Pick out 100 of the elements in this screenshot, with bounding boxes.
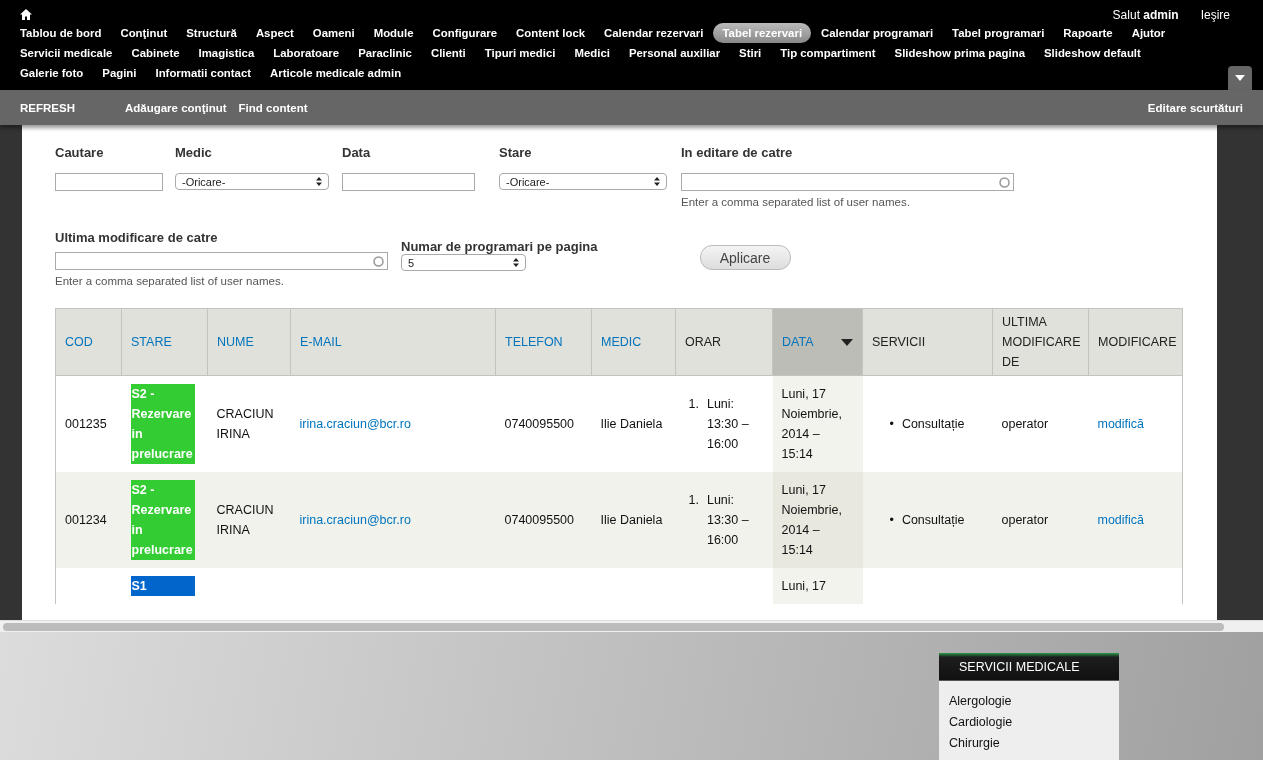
menu-item[interactable]: Medici <box>574 43 610 63</box>
column-header[interactable]: TELEFON <box>495 308 592 376</box>
service-text: Consultație <box>901 512 965 529</box>
status-badge: S2 - Rezervare in prelucrare <box>130 384 195 464</box>
menu-item[interactable]: Clienti <box>430 43 466 63</box>
medic-select[interactable]: -Oricare- <box>175 173 329 190</box>
menu-item[interactable]: Tipuri medici <box>484 43 556 63</box>
search-field[interactable] <box>55 173 163 191</box>
greeting-text: Salut admin <box>1112 7 1179 22</box>
menu-item[interactable]: Conţinut <box>120 23 168 43</box>
sort-link[interactable]: STARE <box>131 332 198 352</box>
status-select[interactable]: -Oricare- <box>499 173 667 190</box>
modifier-field[interactable] <box>55 252 388 270</box>
editor-field[interactable] <box>681 173 1014 191</box>
toggle-tab[interactable] <box>1228 66 1252 90</box>
caret-icon <box>654 177 660 186</box>
shortcut-link[interactable]: Adăugare conţinut <box>124 101 227 114</box>
menu-item[interactable]: Imagistica <box>198 43 255 63</box>
sort-link[interactable]: NUME <box>217 332 281 352</box>
menu-item[interactable]: Tabel programari <box>952 23 1045 43</box>
sort-link[interactable]: E-MAIL <box>300 332 486 352</box>
menu-item[interactable]: Slideshow default <box>1044 43 1141 63</box>
header-text: ORAR <box>685 335 722 349</box>
menu-item[interactable]: Calendar programari <box>821 23 934 43</box>
table-cell: operator <box>992 472 1089 568</box>
table-cell: CRACIUN IRINA <box>207 375 291 472</box>
menu-item[interactable]: Informatii contact <box>155 63 252 83</box>
field-label: Medic <box>175 145 213 162</box>
autocomplete-icon <box>999 176 1010 188</box>
header-text: MODIFICARE <box>1098 335 1177 349</box>
field-label: Ultima modificare de catre <box>55 230 219 247</box>
edit-link[interactable]: modifică <box>1097 417 1145 431</box>
menu-item[interactable]: Rapoarte <box>1063 23 1113 43</box>
schedule-text: Luni: 13:30 – 16:00 <box>706 492 750 549</box>
column-header[interactable]: STARE <box>121 308 208 376</box>
column-header[interactable]: NUME <box>207 308 291 376</box>
field-label: Data <box>342 145 372 162</box>
home-icon[interactable] <box>20 9 32 20</box>
status-badge: S1 <box>130 576 195 596</box>
list-bullet: • <box>889 416 894 433</box>
menu-item[interactable]: Configurare <box>432 23 498 43</box>
field-hint: Enter a comma separated list of user names. <box>681 196 911 208</box>
caret-icon <box>316 177 322 186</box>
table-cell: 0740095500 <box>495 375 592 472</box>
list-number: 1. <box>688 396 699 413</box>
menu-item[interactable]: Slideshow prima pagina <box>894 43 1025 63</box>
menu-item[interactable]: Tablou de bord <box>20 23 102 43</box>
field-label: Numar de programari pe pagina <box>401 239 598 254</box>
header-text: ULTIMA MODIFICARE DE <box>1002 315 1081 369</box>
menu-item[interactable]: Pagini <box>102 63 137 83</box>
menu-item[interactable]: Laboratoare <box>273 43 340 63</box>
menu-item[interactable]: Tip compartiment <box>780 43 876 63</box>
sort-link[interactable]: MEDIC <box>601 332 666 352</box>
table-cell: 001234 <box>55 472 122 568</box>
list-bullet: • <box>889 512 894 529</box>
menu-item[interactable]: Servicii medicale <box>20 43 113 63</box>
menu-item[interactable]: Module <box>373 23 414 43</box>
scrollbar-thumb[interactable] <box>3 623 1224 631</box>
date-field[interactable] <box>342 173 475 191</box>
sort-link[interactable]: TELEFON <box>505 332 582 352</box>
sort-link[interactable]: COD <box>65 332 112 352</box>
table-cell: Ilie Daniela <box>591 375 676 472</box>
menu-item[interactable]: Galerie foto <box>20 63 84 83</box>
service-text: Consultație <box>901 416 965 433</box>
field-hint: Enter a comma separated list of user names. <box>55 275 285 287</box>
column-header[interactable]: MEDIC <box>591 308 676 376</box>
per-page-select[interactable]: 5 <box>401 254 526 271</box>
table-cell: 0740095500 <box>495 472 592 568</box>
menu-item[interactable]: Ajutor <box>1131 23 1166 43</box>
column-header[interactable]: COD <box>55 308 122 376</box>
menu-item[interactable]: Paraclinic <box>358 43 412 63</box>
sidebar-link[interactable]: Cardiologie <box>949 712 1109 733</box>
menu-item[interactable]: Aspect <box>255 23 294 43</box>
column-header[interactable]: E-MAIL <box>290 308 496 376</box>
menu-item[interactable]: Cabinete <box>131 43 180 63</box>
menu-item[interactable]: Stiri <box>739 43 762 63</box>
menu-item[interactable]: Articole medicale admin <box>270 63 402 83</box>
table-cell: Luni, 17 <box>772 568 863 604</box>
edit-link[interactable]: modifică <box>1097 513 1145 527</box>
shortcut-link[interactable]: REFRESH <box>20 101 75 114</box>
menu-item[interactable]: Personal auxiliar <box>628 43 721 63</box>
table-cell: Ilie Daniela <box>591 472 676 568</box>
sidebar-link[interactable]: Alergologie <box>949 691 1109 712</box>
menu-item[interactable]: Oameni <box>312 23 355 43</box>
table-cell: Luni, 17 Noiembrie, 2014 – 15:14 <box>772 472 863 568</box>
schedule-text: Luni: 13:30 – 16:00 <box>706 396 750 453</box>
status-badge: S2 - Rezervare in prelucrare <box>130 480 195 560</box>
list-number: 1. <box>688 492 699 509</box>
sidebar-link[interactable]: Chirurgie <box>949 733 1109 754</box>
shortcut-link[interactable]: Find content <box>238 101 308 114</box>
email-link[interactable]: irina.craciun@bcr.ro <box>299 513 411 527</box>
menu-item[interactable]: Calendar rezervari <box>604 23 704 43</box>
edit-shortcuts-link[interactable]: Editare scurtături <box>1147 101 1243 114</box>
apply-button[interactable]: Aplicare <box>699 245 791 270</box>
table-cell: CRACIUN IRINA <box>207 472 291 568</box>
field-label: Stare <box>499 145 533 162</box>
menu-item[interactable]: Structură <box>186 23 237 43</box>
logout-link[interactable]: Ieşire <box>1200 7 1230 22</box>
email-link[interactable]: irina.craciun@bcr.ro <box>299 417 411 431</box>
menu-item[interactable]: Content lock <box>516 23 586 43</box>
